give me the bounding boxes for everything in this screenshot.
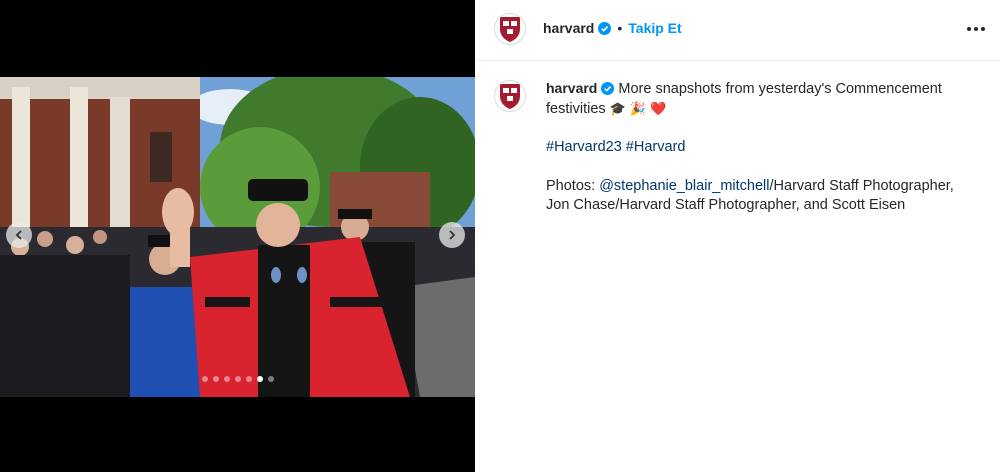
caption-hashtags: #Harvard23 #Harvard — [546, 138, 976, 158]
next-slide-button[interactable] — [439, 222, 465, 248]
carousel-dot — [267, 376, 274, 382]
separator-dot: • — [617, 20, 623, 36]
follow-button[interactable]: Takip Et — [628, 20, 681, 36]
party-popper-emoji: 🎉 — [629, 101, 647, 117]
carousel-indicator — [0, 376, 475, 382]
caption-text: harvard More snapshots from yesterday's … — [546, 79, 976, 119]
previous-slide-button[interactable] — [6, 222, 32, 248]
red-heart-emoji: ❤️ — [650, 101, 667, 117]
post-photo[interactable] — [0, 77, 475, 397]
carousel-dot — [201, 376, 208, 382]
caption-avatar[interactable] — [494, 80, 526, 112]
account-username[interactable]: harvard — [543, 20, 594, 36]
carousel-dot — [212, 376, 219, 382]
more-options-button[interactable] — [964, 19, 988, 39]
chevron-right-icon — [449, 230, 456, 240]
hashtag-link[interactable]: #Harvard23 — [546, 139, 622, 155]
chevron-left-icon — [15, 230, 22, 240]
graduation-cap-emoji: 🎓 — [609, 101, 626, 117]
ellipsis-icon — [981, 27, 985, 31]
verified-badge-icon — [601, 82, 615, 95]
carousel-dot — [223, 376, 230, 382]
hashtag-link[interactable]: #Harvard — [626, 139, 686, 155]
mention-link[interactable]: @stephanie_blair_mitchell — [599, 178, 769, 194]
caption-username[interactable]: harvard — [546, 80, 597, 96]
harvard-shield-icon — [500, 84, 520, 109]
carousel-dot — [234, 376, 241, 382]
media-pane — [0, 0, 475, 472]
carousel-dot — [245, 376, 252, 382]
verified-badge-icon — [598, 21, 612, 35]
commencement-photo-illustration — [0, 77, 475, 397]
post-side-panel: harvard • Takip Et harvard More snapshot… — [475, 0, 1000, 472]
harvard-shield-icon — [500, 17, 520, 42]
caption-body: harvard More snapshots from yesterday's … — [546, 79, 976, 216]
post-header: harvard • Takip Et — [475, 0, 1000, 61]
credits-prefix: Photos: — [546, 177, 600, 194]
header-user-line: harvard • Takip Et — [543, 20, 682, 36]
carousel-dot — [256, 376, 263, 382]
avatar[interactable] — [494, 13, 526, 45]
caption-credits: Photos: @stephanie_blair_mitchell/Harvar… — [546, 177, 976, 216]
ellipsis-icon — [967, 27, 971, 31]
ellipsis-icon — [974, 27, 978, 31]
